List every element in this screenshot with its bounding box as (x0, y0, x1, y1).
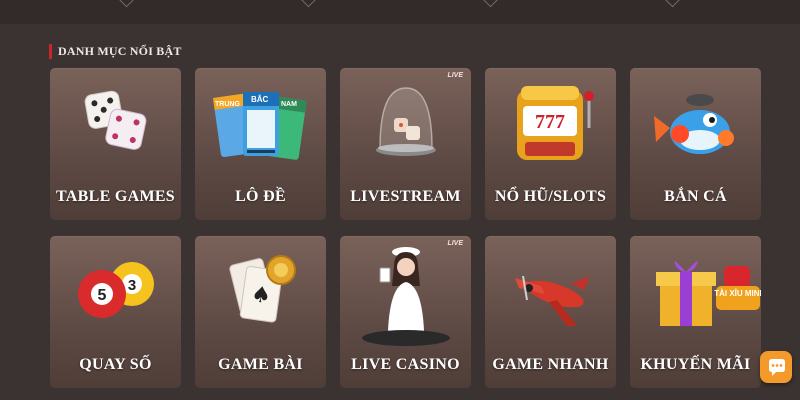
tile-label: GAME BÀI (218, 356, 303, 373)
tile-label: LIVE CASINO (351, 356, 460, 373)
heading-accent-bar (49, 43, 52, 59)
category-tile-slots[interactable]: 777 NỔ HŨ/SLOTS (485, 68, 616, 220)
promo-logo-text: TÀI XỈU MINI (714, 289, 761, 298)
tile-label: NỔ HŨ/SLOTS (494, 188, 607, 205)
slot-reel-text: 777 (535, 111, 565, 133)
category-tile-livestream[interactable]: LIVE LIVESTREAM (340, 68, 471, 220)
section-title: DANH MỤC NỔI BẬT (58, 43, 182, 58)
tile-label: LIVESTREAM (350, 188, 461, 205)
section-heading: DANH MỤC NỔI BẬT (49, 43, 182, 59)
chevron-down-icon[interactable] (664, 0, 681, 8)
chevron-down-icon[interactable] (118, 0, 135, 8)
airplane-icon (515, 275, 589, 326)
category-tile-ban-ca[interactable]: BẮN CÁ (630, 68, 761, 220)
lottery-tickets-icon: TRUNG BẮC NAM (213, 92, 307, 160)
top-nav-bar (0, 0, 800, 24)
category-tile-lo-de[interactable]: TRUNG BẮC NAM LÔ ĐỀ (195, 68, 326, 220)
tile-label: BẮN CÁ (664, 188, 727, 205)
category-tile-live-casino[interactable]: LIVE LIVE CASINO (340, 236, 471, 388)
ball-number: 3 (128, 277, 136, 294)
chat-icon (769, 359, 785, 376)
tile-label: GAME NHANH (492, 356, 609, 373)
chevron-down-icon[interactable] (482, 0, 499, 8)
fish-icon (654, 94, 734, 154)
playing-cards-icon: ♠ (229, 255, 296, 323)
dice-dome-icon (376, 87, 436, 156)
tile-label: KHUYẾN MÃI (640, 356, 751, 373)
category-tile-khuyen-mai[interactable]: TÀI XỈU MINI KHUYẾN MÃI (630, 236, 761, 388)
tile-label: QUAY SỐ (79, 356, 152, 373)
tile-label: LÔ ĐỀ (235, 188, 286, 205)
ticket-label-nam: NAM (281, 101, 297, 108)
category-tile-table-games[interactable]: TABLE GAMES (50, 68, 181, 220)
casino-dealer-icon (362, 247, 450, 346)
svg-text:♠: ♠ (249, 282, 272, 310)
tile-label: TABLE GAMES (55, 188, 176, 205)
lottery-balls-icon: 3 5 (78, 262, 154, 318)
slot-machine-icon: 777 (517, 86, 594, 160)
dice-icon (84, 90, 147, 150)
ticket-label-trung: TRUNG (215, 101, 240, 108)
category-tile-game-nhanh[interactable]: GAME NHANH (485, 236, 616, 388)
chevron-down-icon[interactable] (300, 0, 317, 8)
category-tile-game-bai[interactable]: ♠ GAME BÀI (195, 236, 326, 388)
ticket-label-bac: BẮC (251, 95, 269, 104)
tai-xiu-mini-logo: TÀI XỈU MINI (714, 266, 761, 310)
chat-button[interactable] (760, 351, 792, 383)
category-tile-quay-so[interactable]: 3 5 QUAY SỐ (50, 236, 181, 388)
gift-box-icon: TÀI XỈU MINI (656, 261, 761, 326)
ball-number: 5 (98, 287, 107, 304)
